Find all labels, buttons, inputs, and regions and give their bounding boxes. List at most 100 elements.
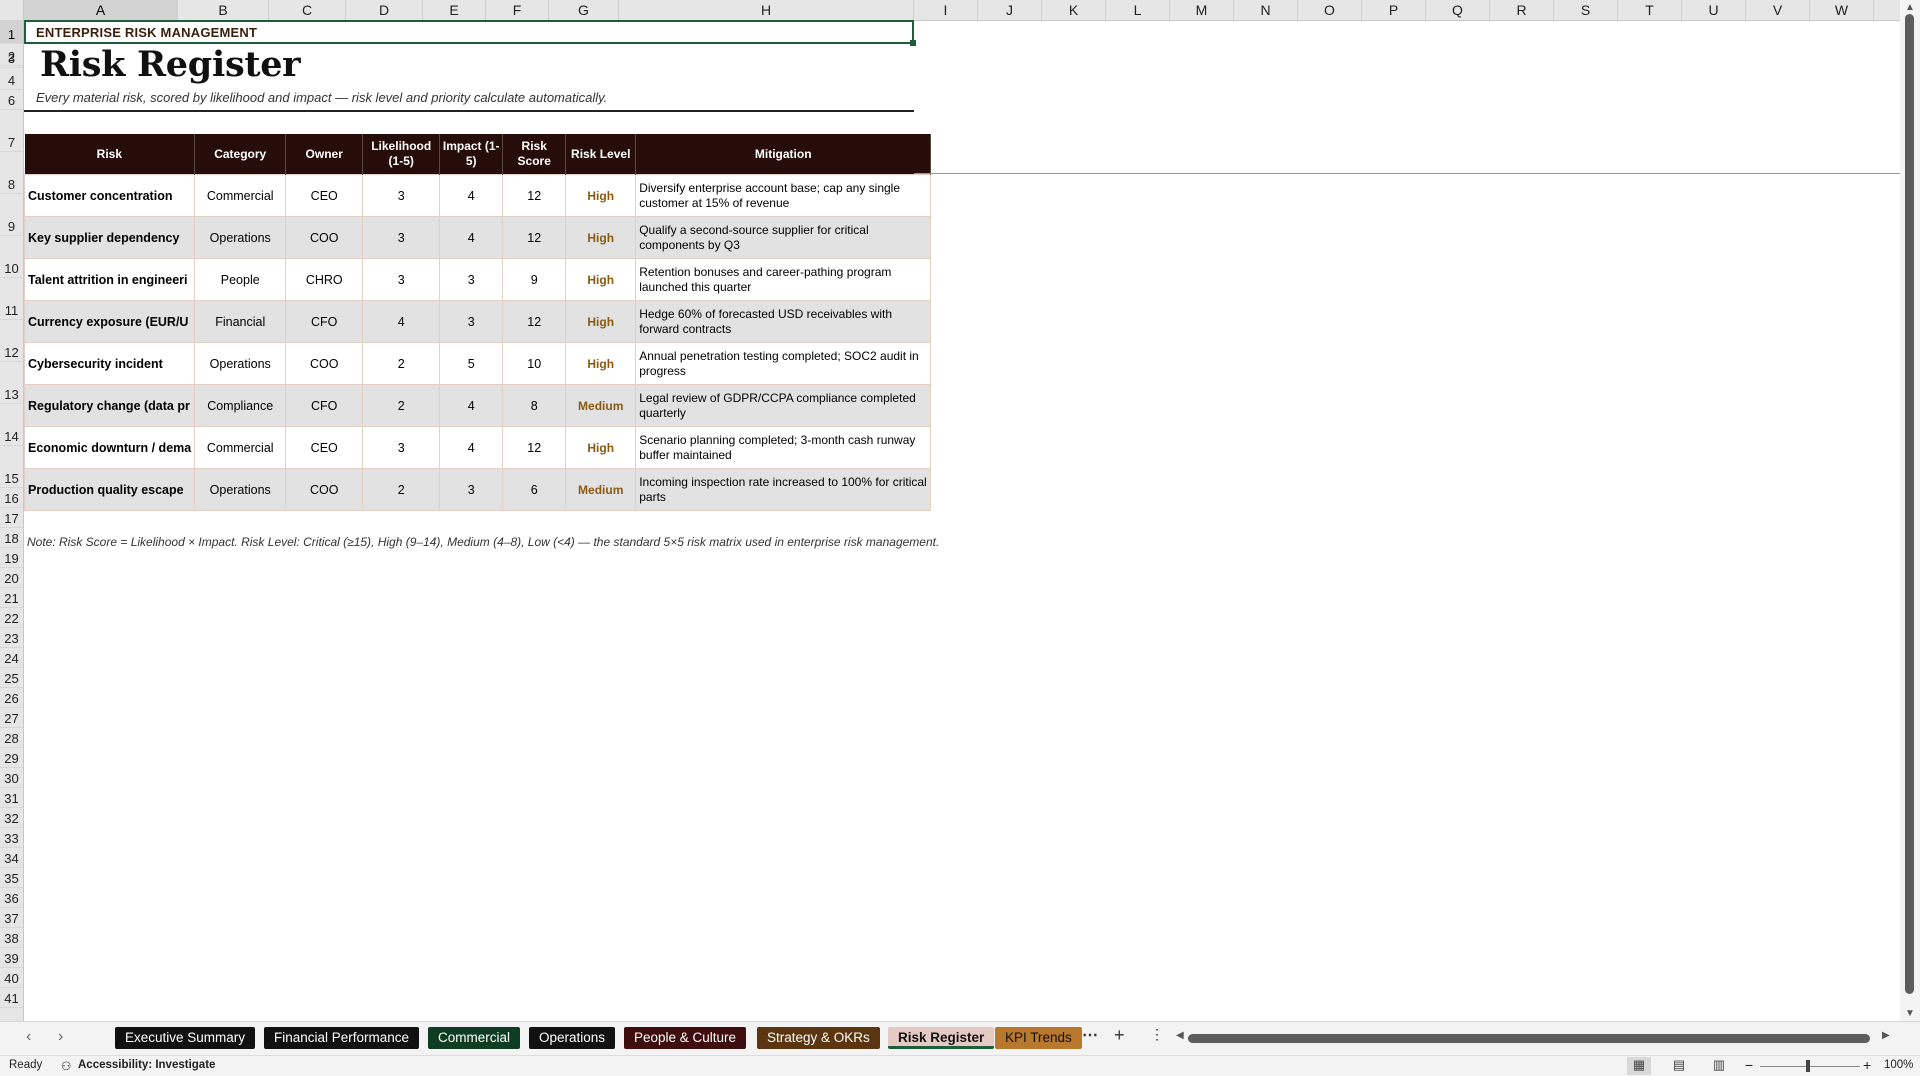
page-layout-view-icon[interactable]: ▤	[1667, 1057, 1691, 1075]
cell-level[interactable]: High	[565, 216, 637, 259]
horizontal-scroll-thumb[interactable]	[1188, 1034, 1870, 1043]
cell-score[interactable]: 12	[502, 216, 567, 259]
scroll-up-icon[interactable]: ▲	[1905, 2, 1915, 13]
column-header[interactable]: B	[178, 0, 269, 20]
cell-risk[interactable]: Economic downturn / dema	[24, 426, 196, 469]
accessibility-icon[interactable]: ⚇	[61, 1059, 71, 1073]
scroll-down-icon[interactable]: ▼	[1905, 1008, 1915, 1019]
vertical-scrollbar[interactable]: ▲ ▼	[1900, 0, 1920, 1024]
cell-mitigation[interactable]: Diversify enterprise account base; cap a…	[635, 174, 932, 217]
cell-likelihood[interactable]: 4	[362, 300, 441, 343]
cell-level[interactable]: Medium	[565, 384, 637, 427]
column-header[interactable]: M	[1170, 0, 1234, 20]
column-heading[interactable]: Owner	[285, 134, 364, 175]
cell-likelihood[interactable]: 2	[362, 384, 441, 427]
sheet-tab[interactable]: People & Culture	[624, 1027, 747, 1049]
zoom-slider-knob[interactable]	[1806, 1060, 1810, 1072]
column-header[interactable]: I	[914, 0, 978, 20]
sheet-tab[interactable]: Operations	[529, 1027, 616, 1049]
row-header[interactable]: 16	[0, 488, 23, 508]
column-header[interactable]: F	[486, 0, 549, 20]
column-heading[interactable]: Risk Score	[502, 134, 567, 175]
cell-impact[interactable]: 3	[439, 258, 504, 301]
column-header[interactable]: E	[423, 0, 486, 20]
column-header[interactable]: U	[1682, 0, 1746, 20]
column-heading[interactable]: Impact (1-5)	[439, 134, 504, 175]
row-header[interactable]: 7	[0, 110, 23, 152]
cell-category[interactable]: Operations	[194, 468, 287, 511]
scroll-right-icon[interactable]: ▶	[1882, 1030, 1890, 1041]
row-header[interactable]: 32	[0, 808, 23, 828]
prev-sheet-icon[interactable]: ‹	[26, 1028, 31, 1046]
more-sheets-icon[interactable]: ⋯	[1082, 1025, 1098, 1045]
row-header[interactable]: 14	[0, 404, 23, 446]
row-header[interactable]: 35	[0, 868, 23, 888]
row-header[interactable]: 17	[0, 508, 23, 528]
cell-impact[interactable]: 4	[439, 384, 504, 427]
next-sheet-icon[interactable]: ›	[58, 1028, 63, 1046]
cell-category[interactable]: Compliance	[194, 384, 287, 427]
cell-risk[interactable]: Regulatory change (data pr	[24, 384, 196, 427]
column-header[interactable]: P	[1362, 0, 1426, 20]
cell-risk[interactable]: Key supplier dependency	[24, 216, 196, 259]
row-header[interactable]: 8	[0, 152, 23, 194]
zoom-level[interactable]: 100%	[1884, 1059, 1913, 1071]
cell-mitigation[interactable]: Annual penetration testing completed; SO…	[635, 342, 932, 385]
row-header[interactable]: 31	[0, 788, 23, 808]
cell-likelihood[interactable]: 3	[362, 258, 441, 301]
cell-level[interactable]: Medium	[565, 468, 637, 511]
column-heading[interactable]: Likelihood (1-5)	[362, 134, 441, 175]
cell-risk[interactable]: Currency exposure (EUR/U	[24, 300, 196, 343]
row-header[interactable]: 24	[0, 648, 23, 668]
cell-score[interactable]: 8	[502, 384, 567, 427]
row-header[interactable]: 41	[0, 988, 23, 1008]
column-header[interactable]: J	[978, 0, 1042, 20]
normal-view-icon[interactable]: ▦	[1627, 1057, 1651, 1075]
row-header[interactable]: 26	[0, 688, 23, 708]
cell-likelihood[interactable]: 2	[362, 342, 441, 385]
cell-score[interactable]: 9	[502, 258, 567, 301]
cell-mitigation[interactable]: Legal review of GDPR/CCPA compliance com…	[635, 384, 932, 427]
column-header[interactable]: N	[1234, 0, 1298, 20]
cell-mitigation[interactable]: Qualify a second-source supplier for cri…	[635, 216, 932, 259]
cell-likelihood[interactable]: 3	[362, 216, 441, 259]
cell-owner[interactable]: CHRO	[285, 258, 364, 301]
cell-a1-header-label[interactable]: ENTERPRISE RISK MANAGEMENT	[24, 20, 916, 46]
row-header[interactable]: 21	[0, 588, 23, 608]
worksheet-grid[interactable]: ENTERPRISE RISK MANAGEMENT Risk Register…	[24, 20, 1900, 1021]
cell-category[interactable]: Financial	[194, 300, 287, 343]
row-header[interactable]: 15	[0, 446, 23, 488]
row-header[interactable]: 38	[0, 928, 23, 948]
column-header[interactable]: H	[619, 0, 914, 20]
cell-risk[interactable]: Cybersecurity incident	[24, 342, 196, 385]
cell-mitigation[interactable]: Incoming inspection rate increased to 10…	[635, 468, 932, 511]
column-header[interactable]: D	[346, 0, 423, 20]
cell-impact[interactable]: 3	[439, 468, 504, 511]
zoom-out-icon[interactable]: −	[1745, 1057, 1753, 1073]
select-all-corner[interactable]	[0, 0, 24, 20]
row-header[interactable]: 22	[0, 608, 23, 628]
column-heading[interactable]: Risk	[24, 134, 196, 175]
cell-likelihood[interactable]: 3	[362, 426, 441, 469]
column-header[interactable]: R	[1490, 0, 1554, 20]
sheet-tab[interactable]: Financial Performance	[264, 1027, 420, 1049]
cell-level[interactable]: High	[565, 258, 637, 301]
column-header[interactable]: T	[1618, 0, 1682, 20]
column-heading[interactable]: Mitigation	[635, 134, 932, 175]
accessibility-status[interactable]: Accessibility: Investigate	[78, 1059, 215, 1071]
cell-risk[interactable]: Talent attrition in engineeri	[24, 258, 196, 301]
cell-owner[interactable]: CEO	[285, 174, 364, 217]
row-header[interactable]: 34	[0, 848, 23, 868]
cell-mitigation[interactable]: Scenario planning completed; 3-month cas…	[635, 426, 932, 469]
zoom-in-icon[interactable]: +	[1863, 1057, 1871, 1073]
cell-level[interactable]: High	[565, 300, 637, 343]
row-header[interactable]: 30	[0, 768, 23, 788]
cell-level[interactable]: High	[565, 174, 637, 217]
column-header[interactable]: O	[1298, 0, 1362, 20]
column-header[interactable]: K	[1042, 0, 1106, 20]
cell-score[interactable]: 12	[502, 300, 567, 343]
row-header[interactable]: 4	[0, 68, 23, 90]
cell-owner[interactable]: CFO	[285, 384, 364, 427]
row-header[interactable]: 12	[0, 320, 23, 362]
row-header[interactable]: 23	[0, 628, 23, 648]
